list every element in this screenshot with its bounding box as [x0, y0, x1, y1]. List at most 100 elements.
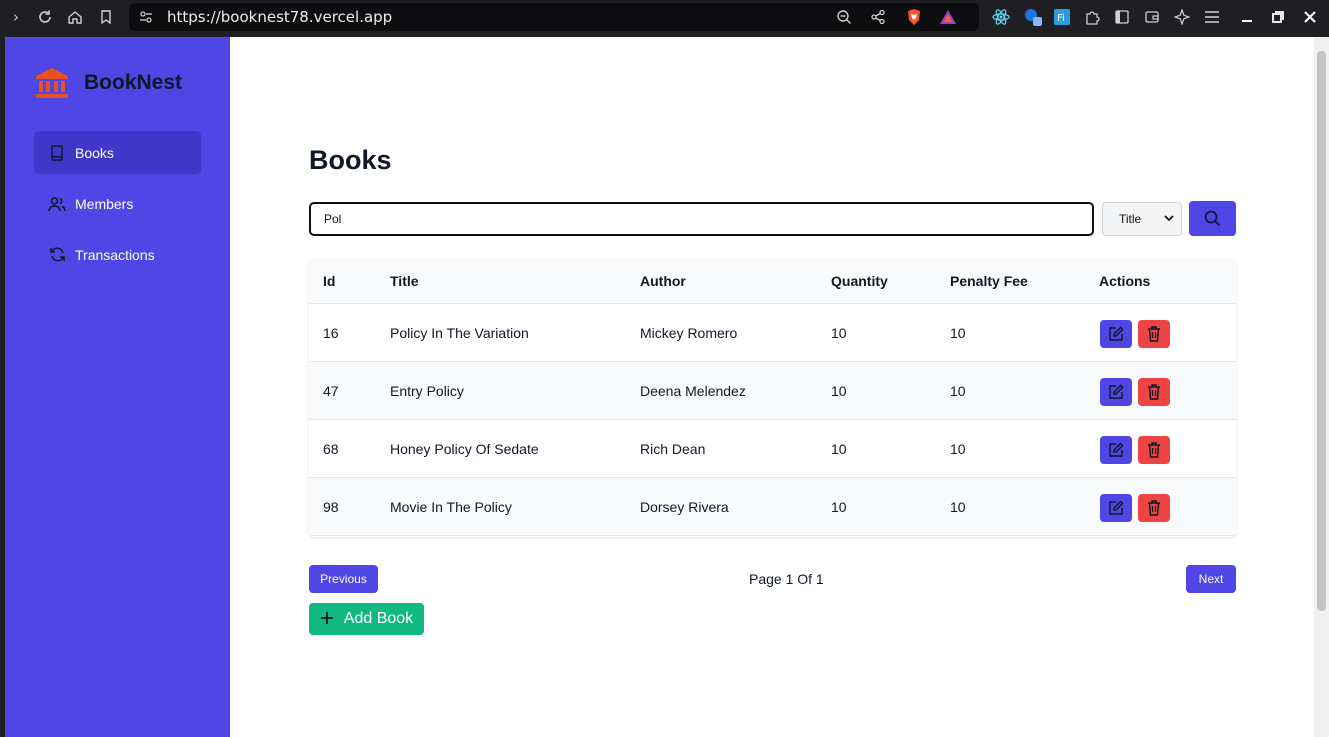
- next-page-button[interactable]: Next: [1186, 565, 1236, 593]
- plus-icon: [320, 609, 334, 629]
- sidebar-item-label: Members: [75, 195, 134, 212]
- react-devtools-icon[interactable]: [990, 6, 1012, 28]
- trash-icon: [1148, 326, 1160, 342]
- column-header-actions: Actions: [1099, 273, 1151, 289]
- column-header-id: Id: [323, 273, 336, 289]
- refresh-icon: [48, 246, 66, 264]
- trash-icon: [1148, 384, 1160, 400]
- edit-icon: [1109, 442, 1124, 457]
- edit-button[interactable]: [1100, 494, 1132, 522]
- main-content: Books Title Id Title Author Quantity Pen…: [230, 37, 1314, 737]
- cell-penalty-fee: 10: [950, 325, 966, 341]
- edit-button[interactable]: [1100, 436, 1132, 464]
- cell-author: Rich Dean: [640, 441, 706, 457]
- page-title: Books: [309, 145, 392, 175]
- edit-icon: [1109, 500, 1124, 515]
- scrollbar-thumb[interactable]: [1317, 51, 1326, 611]
- cell-penalty-fee: 10: [950, 441, 966, 457]
- column-header-author: Author: [640, 273, 686, 289]
- brave-rewards-icon[interactable]: [937, 6, 959, 28]
- minimize-icon[interactable]: [1236, 6, 1258, 28]
- cell-quantity: 10: [831, 383, 847, 399]
- chevron-down-icon: [1164, 213, 1174, 226]
- sidebar-item-transactions[interactable]: Transactions: [34, 233, 201, 276]
- close-window-icon[interactable]: [1299, 6, 1321, 28]
- cell-id: 47: [323, 383, 339, 399]
- bookmark-icon[interactable]: [95, 6, 117, 28]
- trash-icon: [1148, 500, 1160, 516]
- cell-quantity: 10: [831, 441, 847, 457]
- table-row: 68 Honey Policy Of Sedate Rich Dean 10 1…: [309, 420, 1236, 478]
- trash-icon: [1148, 442, 1160, 458]
- cell-author: Mickey Romero: [640, 325, 738, 341]
- cell-quantity: 10: [831, 499, 847, 515]
- users-icon: [48, 195, 66, 213]
- search-filter-select[interactable]: Title: [1102, 202, 1182, 236]
- forward-icon[interactable]: ›: [5, 6, 27, 28]
- search-button[interactable]: [1189, 201, 1236, 236]
- cell-author: Dorsey Rivera: [640, 499, 729, 515]
- site-settings-icon[interactable]: [135, 6, 157, 28]
- url-text: https://booknest78.vercel.app: [167, 8, 393, 26]
- book-icon: [48, 144, 66, 162]
- cell-title: Honey Policy Of Sedate: [390, 441, 539, 457]
- sidebar-item-label: Books: [75, 144, 114, 161]
- cell-title: Movie In The Policy: [390, 499, 512, 515]
- books-table: Id Title Author Quantity Penalty Fee Act…: [309, 259, 1236, 537]
- sidebar-item-members[interactable]: Members: [34, 182, 201, 225]
- sidebar-toggle-icon[interactable]: [1111, 6, 1133, 28]
- add-book-label: Add Book: [343, 610, 414, 627]
- table-row: 98 Movie In The Policy Dorsey Rivera 10 …: [309, 478, 1236, 536]
- search-icon: [1204, 210, 1221, 227]
- page-scrollbar[interactable]: [1314, 37, 1329, 737]
- fi-extension-icon[interactable]: Fi: [1051, 6, 1073, 28]
- edit-button[interactable]: [1100, 378, 1132, 406]
- browser-toolbar: › https://booknest78.vercel.app Fi: [0, 0, 1329, 37]
- leo-ai-icon[interactable]: [1171, 6, 1193, 28]
- cell-title: Policy In The Variation: [390, 325, 529, 341]
- wallet-icon[interactable]: [1141, 6, 1163, 28]
- share-icon[interactable]: [867, 6, 889, 28]
- delete-button[interactable]: [1138, 378, 1170, 406]
- edit-icon: [1109, 384, 1124, 399]
- sidebar-item-label: Transactions: [75, 246, 155, 263]
- cell-id: 16: [323, 325, 339, 341]
- edit-button[interactable]: [1100, 320, 1132, 348]
- previous-page-button[interactable]: Previous: [309, 565, 378, 593]
- cell-quantity: 10: [831, 325, 847, 341]
- menu-icon[interactable]: [1201, 6, 1223, 28]
- brand-name: BookNest: [84, 71, 183, 94]
- filter-selected-value: Title: [1119, 212, 1142, 226]
- sidebar-item-books[interactable]: Books: [34, 131, 201, 174]
- cell-penalty-fee: 10: [950, 383, 966, 399]
- reload-icon[interactable]: [34, 6, 56, 28]
- sidebar: BookNest Books Members Transactions: [5, 37, 230, 737]
- cell-id: 68: [323, 441, 339, 457]
- add-book-button[interactable]: Add Book: [309, 603, 424, 635]
- brand[interactable]: BookNest: [35, 67, 182, 99]
- address-bar[interactable]: https://booknest78.vercel.app: [129, 3, 979, 31]
- library-icon: [36, 68, 68, 98]
- puzzle-icon[interactable]: [1081, 6, 1103, 28]
- delete-button[interactable]: [1138, 320, 1170, 348]
- column-header-title: Title: [390, 273, 419, 289]
- table-header: Id Title Author Quantity Penalty Fee Act…: [309, 259, 1236, 304]
- home-icon[interactable]: [64, 6, 86, 28]
- cell-title: Entry Policy: [390, 383, 464, 399]
- zoom-icon[interactable]: [833, 6, 855, 28]
- delete-button[interactable]: [1138, 494, 1170, 522]
- column-header-quantity: Quantity: [831, 273, 888, 289]
- search-input[interactable]: [309, 202, 1094, 236]
- brave-shield-icon[interactable]: [903, 6, 925, 28]
- cell-penalty-fee: 10: [950, 499, 966, 515]
- edit-icon: [1109, 326, 1124, 341]
- cell-id: 98: [323, 499, 339, 515]
- column-header-penalty-fee: Penalty Fee: [950, 273, 1028, 289]
- restore-icon[interactable]: [1267, 6, 1289, 28]
- extension-icon[interactable]: [1022, 6, 1044, 28]
- svg-text:Fi: Fi: [1057, 13, 1065, 24]
- table-row: 16 Policy In The Variation Mickey Romero…: [309, 304, 1236, 362]
- delete-button[interactable]: [1138, 436, 1170, 464]
- cell-author: Deena Melendez: [640, 383, 746, 399]
- table-row: 47 Entry Policy Deena Melendez 10 10: [309, 362, 1236, 420]
